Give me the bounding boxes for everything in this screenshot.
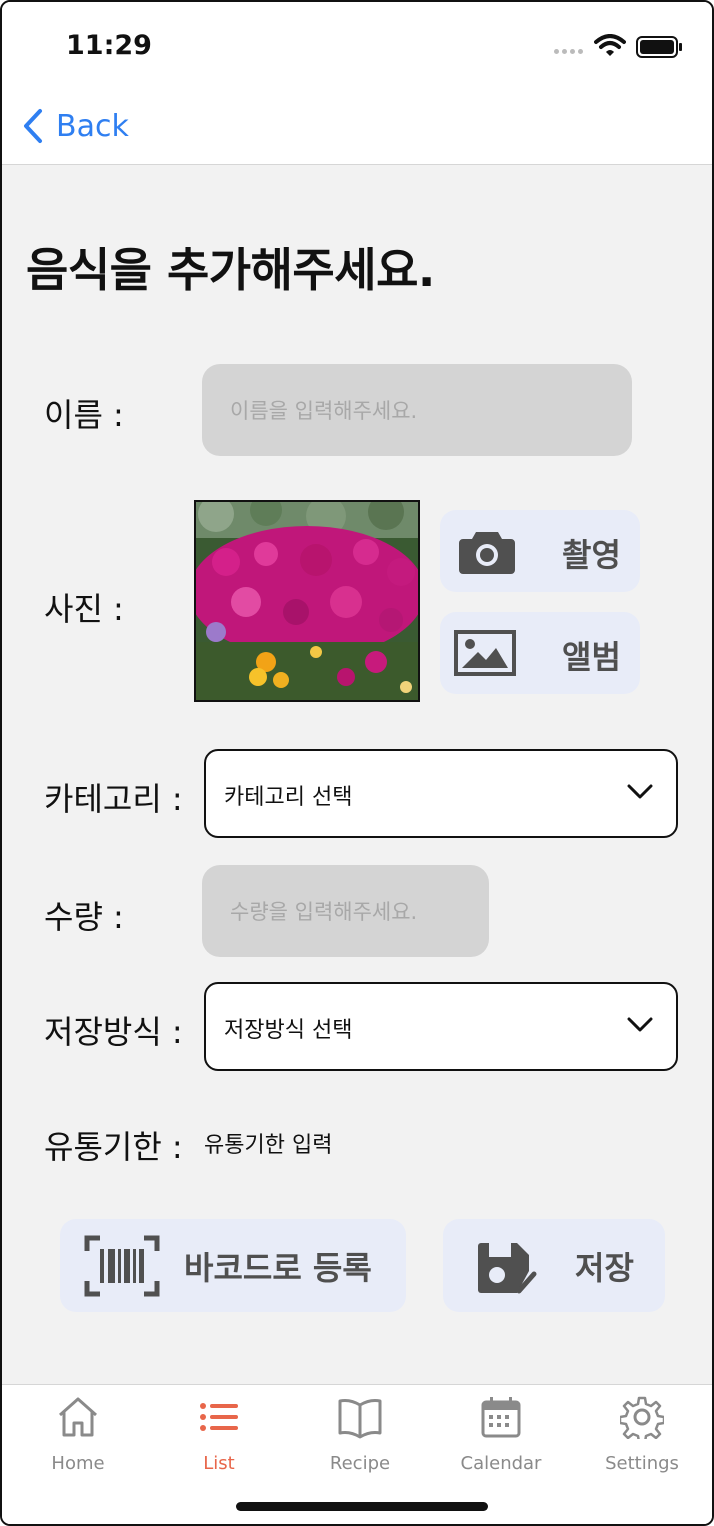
chevron-down-icon	[627, 1017, 653, 1032]
cellular-signal-icon	[554, 49, 583, 54]
gear-icon	[620, 1396, 664, 1439]
tab-calendar[interactable]: Calendar	[441, 1395, 561, 1474]
battery-icon	[636, 36, 682, 58]
save-label: 저장	[575, 1249, 634, 1287]
tab-recipe[interactable]: Recipe	[300, 1395, 420, 1474]
list-icon	[200, 1403, 238, 1431]
book-icon	[338, 1399, 382, 1439]
tab-list-label: List	[203, 1453, 235, 1474]
expiry-date-input[interactable]: 유통기한 입력	[204, 1127, 332, 1159]
tab-calendar-label: Calendar	[460, 1453, 542, 1474]
barcode-scan-icon	[84, 1235, 160, 1297]
album-button[interactable]: 앨범	[440, 612, 640, 694]
food-photo	[194, 500, 420, 702]
expiry-label: 유통기한 :	[44, 1128, 183, 1166]
home-indicator	[236, 1502, 488, 1511]
camera-icon	[459, 532, 515, 574]
chevron-left-icon	[24, 109, 42, 143]
tab-recipe-label: Recipe	[329, 1453, 391, 1474]
category-select[interactable]: 카테고리 선택	[204, 749, 678, 838]
take-photo-button[interactable]: 촬영	[440, 510, 640, 592]
status-bar: 11:29	[2, 2, 712, 92]
tab-settings-label: Settings	[605, 1453, 679, 1474]
storage-label: 저장방식 :	[44, 1013, 183, 1051]
storage-select[interactable]: 저장방식 선택	[204, 982, 678, 1071]
status-time: 11:29	[66, 30, 152, 61]
barcode-register-button[interactable]: 바코드로 등록	[60, 1219, 406, 1312]
quantity-label: 수량 :	[44, 898, 124, 936]
tab-settings[interactable]: Settings	[582, 1395, 702, 1474]
name-label: 이름 :	[44, 396, 124, 434]
wifi-icon	[594, 34, 626, 56]
save-check-icon	[478, 1243, 537, 1294]
home-icon	[59, 1397, 97, 1437]
back-button[interactable]: Back	[22, 108, 129, 144]
storage-value: 저장방식 선택	[224, 1018, 353, 1043]
navigation-bar: Back	[2, 92, 712, 165]
category-value: 카테고리 선택	[224, 785, 353, 810]
tab-list[interactable]: List	[159, 1395, 279, 1474]
page-title: 음식을 추가해주세요.	[26, 243, 435, 297]
tab-home-label: Home	[51, 1453, 105, 1474]
tab-home[interactable]: Home	[18, 1395, 138, 1474]
save-button[interactable]: 저장	[443, 1219, 665, 1312]
name-input[interactable]: 이름을 입력해주세요.	[202, 364, 632, 456]
quantity-input[interactable]: 수량을 입력해주세요.	[202, 865, 489, 957]
image-icon	[454, 630, 516, 676]
name-placeholder: 이름을 입력해주세요.	[230, 399, 418, 423]
back-label: Back	[56, 108, 129, 144]
category-label: 카테고리 :	[44, 780, 183, 818]
photo-label: 사진 :	[44, 590, 124, 628]
album-label: 앨범	[562, 638, 621, 676]
flower-photo-image	[196, 502, 418, 700]
take-photo-label: 촬영	[562, 536, 621, 574]
calendar-icon	[481, 1397, 521, 1438]
app-screen: 11:29 Back 음식을 추가해주세요. 이름 : 이름을 입력해주세요. …	[0, 0, 714, 1526]
chevron-down-icon	[627, 784, 653, 799]
barcode-register-label: 바코드로 등록	[184, 1249, 372, 1287]
quantity-placeholder: 수량을 입력해주세요.	[230, 900, 418, 924]
